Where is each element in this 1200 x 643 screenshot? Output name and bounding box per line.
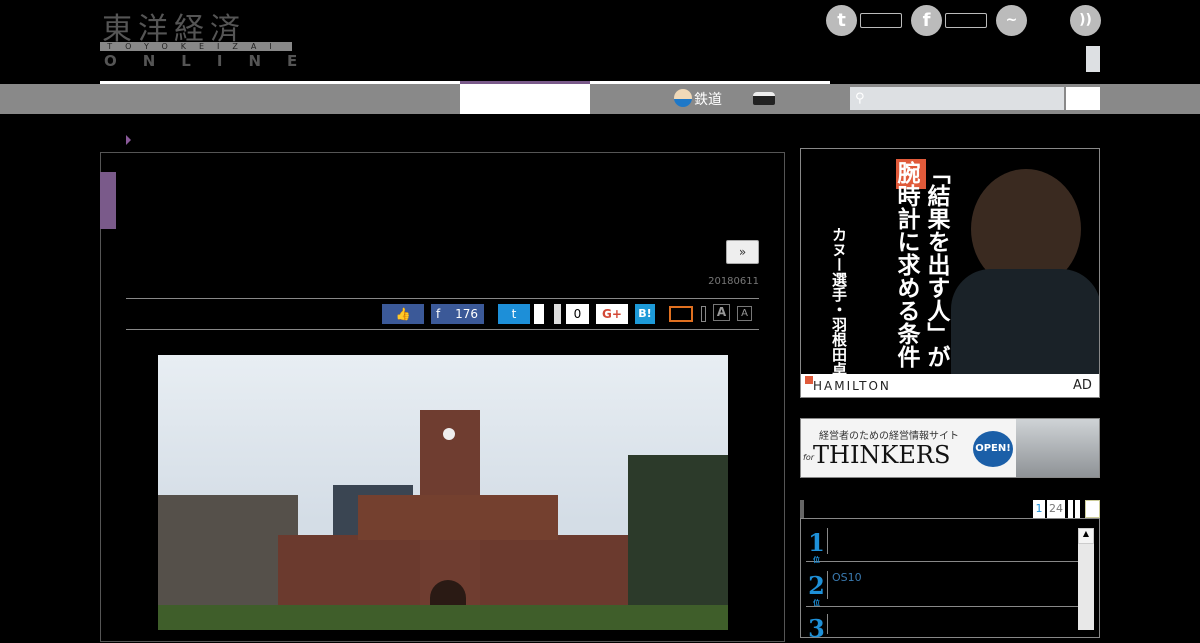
hatena-button[interactable]: B! <box>635 304 655 324</box>
nav-tab-active[interactable] <box>460 84 590 114</box>
ranking-scrollbar[interactable]: ▲ <box>1078 528 1094 630</box>
rank-number: 3 <box>808 614 825 643</box>
railway-icon <box>674 89 692 107</box>
rank-suffix: 位 <box>813 555 820 564</box>
next-button[interactable]: » <box>726 240 759 264</box>
ranking-title[interactable]: OS10 <box>828 571 862 606</box>
ranking-item[interactable]: 1位 <box>806 528 1078 564</box>
ad-subtext: カヌー選手・羽根田卓也 <box>830 227 848 392</box>
font-large-button[interactable]: A <box>713 304 730 321</box>
font-small-button[interactable]: A <box>737 306 752 321</box>
ranking-title[interactable] <box>828 614 832 634</box>
category-tab <box>100 172 116 229</box>
hamilton-ad[interactable]: 「結果を出す人」が腕時計に求める条件 カヌー選手・羽根田卓也 HAMILTON … <box>800 148 1100 398</box>
pocket-button[interactable] <box>554 304 561 324</box>
ad-brand: HAMILTON <box>813 379 891 393</box>
rank-number: 1 <box>808 528 825 557</box>
thinkers-ad[interactable]: 経営者のための経営情報サイト for THINKERS OPEN! <box>800 418 1100 478</box>
thinkers-tagline: 経営者のための経営情報サイト <box>819 431 959 442</box>
logo-sub: TOYOKEIZAI <box>100 42 292 51</box>
like-button[interactable]: 👍 <box>382 304 424 324</box>
comment-count: 0 <box>566 304 589 324</box>
mail-icon[interactable] <box>669 306 693 322</box>
tweet-button[interactable]: t <box>498 304 530 324</box>
nav-railway[interactable]: 鉄道 <box>694 89 722 109</box>
facebook-icon[interactable]: f <box>911 5 942 36</box>
ranking-tab[interactable] <box>1085 500 1100 518</box>
search-button[interactable] <box>1066 87 1100 110</box>
google-plus-button[interactable]: G+ <box>596 304 628 324</box>
facebook-count <box>945 13 987 28</box>
article-date: 20180611 <box>708 276 759 287</box>
facebook-share-count: 176 <box>455 307 478 321</box>
print-button[interactable] <box>701 306 706 322</box>
ranking-tab[interactable]: 24 <box>1047 500 1065 518</box>
logo-online: ONLINE <box>104 52 324 70</box>
twitter-count <box>860 13 902 28</box>
search-icon: ⚲ <box>855 91 865 106</box>
ad-headline: 「結果を出す人」が腕時計に求める条件 <box>893 161 949 368</box>
divider <box>126 329 759 330</box>
ranking-tab[interactable] <box>1068 500 1073 518</box>
rss-icon[interactable]: )) <box>1070 5 1101 36</box>
facebook-icon: f <box>436 307 441 321</box>
ad-label: AD <box>1073 378 1092 393</box>
rank-number: 2 <box>808 571 825 600</box>
breadcrumb-arrow-icon <box>126 135 131 145</box>
article-photo <box>158 355 728 630</box>
messenger-icon[interactable]: ~ <box>996 5 1027 36</box>
thinkers-name: THINKERS <box>813 441 951 469</box>
divider <box>126 298 759 299</box>
car-icon[interactable] <box>753 92 775 105</box>
scroll-up-icon[interactable]: ▲ <box>1078 528 1094 544</box>
facebook-share-button[interactable]: f 176 <box>431 304 484 324</box>
twitter-icon[interactable]: t <box>826 5 857 36</box>
tweet-count <box>534 304 544 324</box>
ranking-item[interactable]: 2位 OS10 <box>806 571 1078 607</box>
ranking-tab[interactable] <box>1075 500 1080 518</box>
ranking-title[interactable] <box>828 528 832 561</box>
ranking-item[interactable]: 3 <box>806 614 1078 643</box>
ranking-header-marker <box>800 500 804 518</box>
rank-suffix: 位 <box>813 598 820 607</box>
thinkers-badge: OPEN! <box>973 431 1013 467</box>
login-button[interactable] <box>1086 46 1100 72</box>
search-input[interactable] <box>850 87 1064 110</box>
ranking-tab[interactable]: 1 <box>1033 500 1045 518</box>
